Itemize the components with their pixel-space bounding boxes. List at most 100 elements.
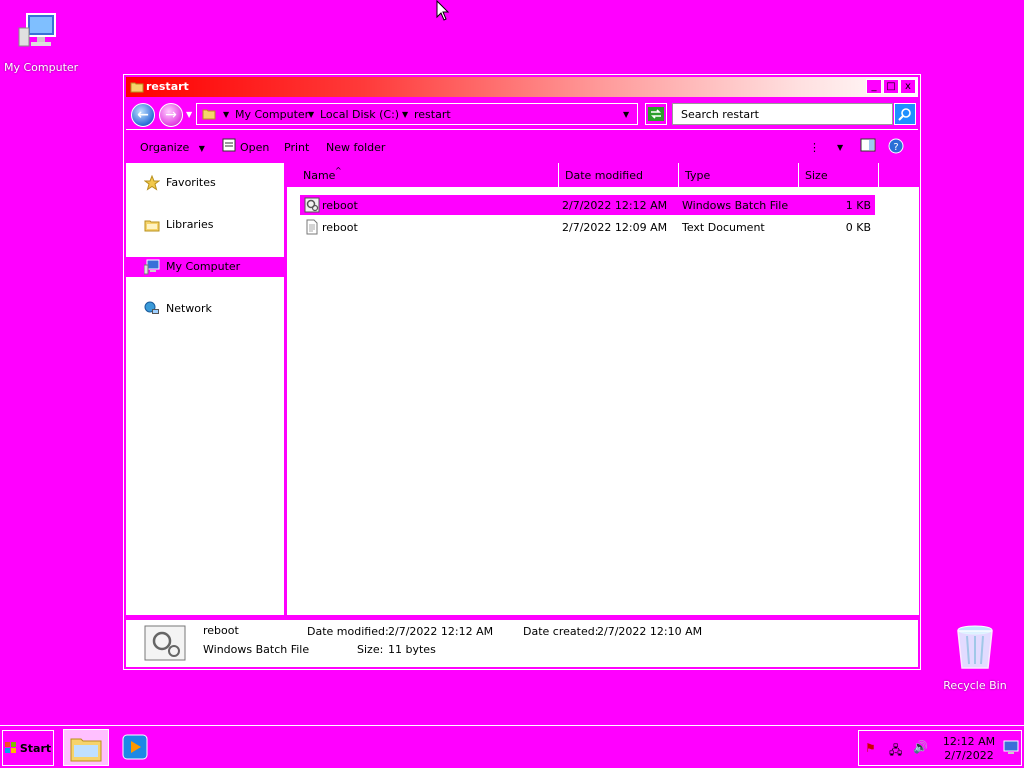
sidebar-item-label: Network: [166, 302, 212, 315]
start-button[interactable]: Start: [2, 730, 54, 766]
forward-arrow-icon: →: [165, 107, 177, 123]
organize-label: Organize: [140, 141, 190, 154]
column-header-type[interactable]: Type: [679, 163, 799, 187]
help-icon[interactable]: ?: [888, 138, 904, 154]
column-header-size[interactable]: Size: [799, 163, 879, 187]
close-icon: x: [905, 81, 911, 92]
chevron-down-icon[interactable]: ▼: [223, 110, 229, 119]
details-pane: reboot Windows Batch File Date modified:…: [126, 619, 918, 667]
forward-button[interactable]: →: [159, 103, 183, 127]
clock-time: 12:12 AM: [942, 735, 996, 748]
start-label: Start: [19, 741, 52, 755]
file-date: 2/7/2022 12:12 AM: [562, 199, 668, 212]
back-button[interactable]: ←: [131, 103, 155, 127]
views-button[interactable]: ⋮: [809, 141, 820, 154]
details-file-type: Windows Batch File: [203, 643, 310, 656]
refresh-button[interactable]: [645, 103, 667, 125]
clock[interactable]: 12:12 AM 2/7/2022: [939, 735, 999, 763]
computer-icon: [144, 259, 160, 275]
breadcrumb-restart[interactable]: restart: [414, 108, 451, 121]
file-size: 1 KB: [845, 199, 871, 212]
column-headers: Name ^ Date modified Type Size: [287, 163, 919, 187]
print-button[interactable]: Print: [284, 141, 309, 154]
organize-button[interactable]: Organize ▼: [140, 141, 205, 154]
breadcrumb-local-disk[interactable]: Local Disk (C:): [320, 108, 399, 121]
taskbar-media-player-button[interactable]: [113, 729, 159, 766]
command-bar: Organize ▼ Open Print New folder ⋮ ▼ ?: [126, 132, 918, 162]
mouse-cursor-icon: [436, 0, 450, 21]
folder-icon: [202, 109, 216, 120]
maximize-button[interactable]: □: [883, 79, 899, 94]
new-folder-button[interactable]: New folder: [326, 141, 385, 154]
volume-icon[interactable]: 🔊: [913, 740, 928, 754]
address-bar[interactable]: ▼ My Computer ▼ Local Disk (C:) ▼ restar…: [196, 103, 638, 125]
folder-icon: [70, 738, 102, 762]
window-title: restart: [146, 80, 189, 93]
libraries-icon: [144, 220, 160, 232]
sidebar-item-network[interactable]: Network: [126, 299, 284, 319]
sidebar-item-favorites[interactable]: Favorites: [126, 173, 284, 193]
column-header-label: Type: [685, 169, 711, 182]
title-bar[interactable]: restart _ □ x: [126, 77, 918, 97]
chevron-down-icon: ▼: [198, 144, 205, 153]
breadcrumb-my-computer[interactable]: My Computer: [235, 108, 309, 121]
file-type: Windows Batch File: [682, 199, 789, 212]
column-header-name[interactable]: Name ^: [287, 163, 559, 187]
file-type: Text Document: [682, 221, 765, 234]
search-button[interactable]: [894, 103, 916, 125]
desktop-recycle-bin[interactable]: Recycle Bin: [940, 624, 1010, 692]
address-history-dropdown[interactable]: ▼: [623, 110, 629, 119]
system-tray: ⚑ 🖧 🔊 12:12 AM 2/7/2022: [858, 730, 1022, 766]
recycle-bin-icon: [957, 625, 993, 669]
show-desktop-button[interactable]: [1003, 739, 1019, 757]
show-desktop-icon: [1003, 740, 1019, 754]
chevron-down-icon[interactable]: ▼: [402, 110, 408, 119]
search-input[interactable]: Search restart: [672, 103, 893, 125]
details-size: 11 bytes: [388, 643, 436, 656]
details-date-modified-label: Date modified:: [307, 625, 389, 638]
details-date-created: 2/7/2022 12:10 AM: [597, 625, 703, 638]
recent-pages-dropdown[interactable]: ▼: [186, 110, 192, 119]
sort-ascending-icon: ^: [335, 166, 342, 175]
network-tray-icon[interactable]: 🖧: [889, 741, 902, 762]
action-center-flag-icon[interactable]: ⚑: [865, 741, 876, 755]
sidebar-item-my-computer[interactable]: My Computer: [126, 257, 284, 277]
minimize-button[interactable]: _: [866, 79, 882, 94]
column-header-date-modified[interactable]: Date modified: [559, 163, 679, 187]
details-date-created-label: Date created:: [523, 625, 599, 638]
column-header-label: Size: [805, 169, 828, 182]
taskbar-explorer-button[interactable]: [63, 729, 109, 766]
folder-icon: [130, 82, 144, 93]
views-icon: ⋮: [809, 141, 820, 154]
svg-text:?: ?: [893, 142, 898, 153]
column-header-label: Date modified: [565, 169, 643, 182]
navigation-pane: Favorites Libraries My Computer Network: [126, 163, 284, 615]
sidebar-item-label: My Computer: [166, 260, 241, 273]
taskbar: Start ⚑ 🖧 🔊 12:12 AM 2/7/2022: [0, 725, 1024, 768]
table-row[interactable]: reboot 2/7/2022 12:09 AM Text Document 0…: [300, 217, 875, 237]
desktop-my-computer-label: My Computer: [4, 61, 79, 74]
sidebar-item-libraries[interactable]: Libraries: [126, 215, 284, 235]
search-icon: [898, 108, 911, 121]
table-row[interactable]: reboot 2/7/2022 12:12 AM Windows Batch F…: [300, 195, 875, 215]
sidebar-item-label: Favorites: [166, 176, 216, 189]
batch-file-icon: [304, 197, 320, 213]
file-name: reboot: [322, 199, 358, 212]
windows-logo-icon: [4, 742, 16, 753]
computer-icon: [18, 13, 56, 47]
star-icon: [144, 175, 160, 191]
file-name: reboot: [322, 221, 358, 234]
open-button[interactable]: Open: [240, 141, 269, 154]
text-file-icon: [306, 219, 318, 235]
desktop-my-computer[interactable]: My Computer: [4, 10, 79, 74]
explorer-window: restart _ □ x ← → ▼ ▼ My Computer ▼ Loca…: [123, 74, 921, 670]
maximize-icon: □: [886, 81, 896, 92]
details-file-name: reboot: [203, 624, 239, 637]
preview-pane-icon[interactable]: [860, 138, 876, 152]
close-button[interactable]: x: [900, 79, 916, 94]
details-date-modified: 2/7/2022 12:12 AM: [388, 625, 494, 638]
chevron-down-icon[interactable]: ▼: [308, 110, 314, 119]
clock-date: 2/7/2022: [944, 749, 994, 762]
batch-file-large-icon: [144, 625, 186, 661]
views-dropdown[interactable]: ▼: [837, 143, 843, 152]
